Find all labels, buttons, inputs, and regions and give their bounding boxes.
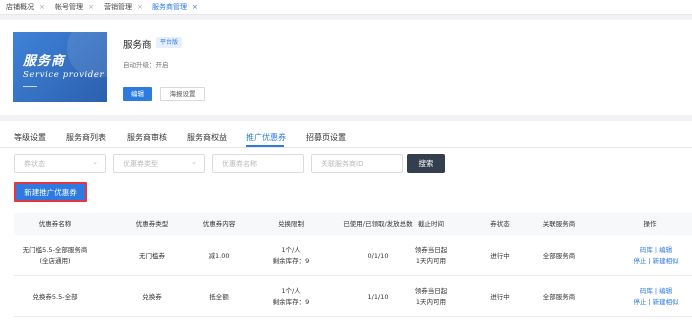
coupon-content-cell: 减1.00 — [208, 251, 230, 260]
tab-provider-list[interactable]: 服务商列表 — [66, 132, 106, 143]
column-header: 优惠券名称 — [38, 220, 72, 228]
close-icon[interactable]: × — [137, 3, 143, 11]
table-row: 无门槛5.5-全部服务商 (全店通用) 无门槛券 减1.00 1个/人 剩余库存… — [14, 236, 692, 276]
table-header: 优惠券名称 优惠券类型 优惠券内容 兑换限制 已使用/已领取/发放总数 截止时间… — [14, 213, 692, 235]
edit-link[interactable]: 编辑 — [659, 246, 672, 254]
coupon-content-cell: 抵全额 — [209, 292, 229, 301]
coupon-type-select[interactable]: 优惠券类型 ⌄ — [113, 154, 205, 173]
redeem-limit-cell: 1个/人 剩余库存：9 — [272, 287, 310, 306]
column-header: 关联服务商 — [542, 220, 576, 228]
deadline-cell: 领券当日起 1天内可用 — [414, 246, 448, 265]
code-library-link[interactable]: 码库 — [640, 287, 653, 295]
tab-recruit-page[interactable]: 招募页设置 — [306, 132, 346, 143]
column-header: 截止时间 — [418, 220, 444, 228]
close-icon[interactable]: × — [192, 3, 198, 11]
tab-divider — [0, 147, 692, 148]
provider-name: 服务商 — [123, 40, 152, 51]
close-icon[interactable]: × — [88, 3, 94, 11]
coupon-name-cell: 无门槛5.5-全部服务商 (全店通用) — [22, 246, 88, 265]
chevron-down-icon: ⌄ — [92, 158, 98, 166]
version-badge: 平台版 — [156, 37, 183, 48]
input-placeholder: 关联服务商ID — [321, 160, 364, 168]
provider-card: 服务商 Service provider 服务商 平台版 自动升级：开启 编辑 … — [0, 20, 692, 115]
code-library-link[interactable]: 码库 — [640, 246, 653, 254]
auto-upgrade-status: 自动升级：开启 — [123, 61, 169, 69]
banner-title: 服务商 — [23, 54, 66, 69]
status-cell: 进行中 — [490, 292, 510, 301]
edit-link[interactable]: 编辑 — [659, 287, 672, 295]
coupon-panel: 等级设置 服务商列表 服务商审核 服务商权益 推广优惠券 招募页设置 券状态 ⌄… — [0, 121, 692, 325]
column-header: 优惠券类型 — [135, 220, 169, 228]
top-tab-marketing[interactable]: 营销管理 × — [104, 2, 143, 13]
provider-cell: 全部服务商 — [542, 251, 576, 260]
coupon-name-cell: 兑换券5.5-全部 — [32, 292, 78, 301]
search-button[interactable]: 搜索 — [407, 154, 445, 173]
column-header: 兑换限制 — [278, 220, 304, 228]
column-header: 操作 — [643, 220, 657, 228]
top-tab-account[interactable]: 帐号管理 × — [55, 2, 94, 13]
banner-divider — [23, 86, 37, 87]
actions-cell: 码库 | 编辑 停止 | 新建相似 — [633, 246, 679, 265]
top-tab-store-overview[interactable]: 店铺概况 × — [6, 2, 45, 13]
close-icon[interactable]: × — [39, 3, 45, 11]
coupon-name-input[interactable]: 优惠券名称 — [212, 154, 304, 173]
redeem-limit-cell: 1个/人 剩余库存：9 — [272, 246, 310, 265]
tab-promo-coupons[interactable]: 推广优惠券 — [246, 132, 286, 143]
column-header: 优惠券内容 — [202, 220, 236, 228]
status-cell: 进行中 — [490, 251, 510, 260]
provider-banner-image: 服务商 Service provider — [13, 32, 107, 102]
provider-cell: 全部服务商 — [542, 292, 576, 301]
deadline-cell: 领券当日起 1天内可用 — [414, 287, 448, 306]
top-tab-service-provider[interactable]: 服务商管理 × — [152, 2, 198, 13]
coupon-type-cell: 兑换券 — [142, 292, 162, 301]
table-row: 兑换券5.5-全部 兑换券 抵全额 1个/人 剩余库存：9 1/1/10 领券当… — [14, 277, 692, 317]
edit-button[interactable]: 编辑 — [123, 87, 152, 101]
input-placeholder: 优惠券名称 — [222, 160, 257, 168]
banner-subtitle: Service provider — [23, 70, 105, 80]
coupon-status-select[interactable]: 券状态 ⌄ — [14, 154, 106, 173]
new-promo-coupon-button[interactable]: 新建推广优惠券 — [14, 182, 87, 202]
column-header: 券状态 — [490, 220, 510, 228]
stop-link[interactable]: 停止 — [633, 257, 646, 265]
tab-provider-rights[interactable]: 服务商权益 — [187, 132, 227, 143]
provider-id-input[interactable]: 关联服务商ID — [311, 154, 403, 173]
new-similar-link[interactable]: 新建相似 — [653, 257, 679, 265]
select-placeholder: 优惠券类型 — [123, 160, 158, 168]
poster-settings-button[interactable]: 海报设置 — [160, 87, 205, 101]
new-similar-link[interactable]: 新建相似 — [653, 298, 679, 306]
select-placeholder: 券状态 — [24, 160, 45, 168]
tab-level-settings[interactable]: 等级设置 — [14, 132, 46, 143]
tab-provider-review[interactable]: 服务商审核 — [127, 132, 167, 143]
actions-cell: 码库 | 编辑 停止 | 新建相似 — [633, 287, 679, 306]
chevron-down-icon: ⌄ — [191, 158, 197, 166]
stop-link[interactable]: 停止 — [633, 298, 646, 306]
coupon-type-cell: 无门槛券 — [139, 251, 165, 260]
top-tab-bar: 店铺概况 × 帐号管理 × 营销管理 × 服务商管理 × — [0, 0, 692, 15]
